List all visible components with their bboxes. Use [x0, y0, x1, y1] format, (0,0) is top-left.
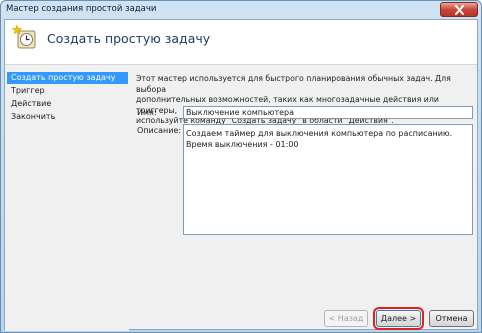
step-trigger[interactable]: Триггер — [7, 85, 128, 97]
name-label: Имя: — [137, 108, 157, 117]
step-finish[interactable]: Закончить — [7, 111, 128, 123]
back-button[interactable]: < Назад — [324, 310, 368, 327]
wizard-header: Создать простую задачу — [5, 20, 477, 65]
button-bar: < Назад Далее > Отмена — [5, 300, 477, 331]
description-label: Описание: — [137, 126, 182, 135]
cancel-button[interactable]: Отмена — [429, 310, 474, 327]
page-title: Создать простую задачу — [47, 31, 211, 46]
close-icon — [455, 5, 464, 15]
wizard-steps-pane: Создать простую задачу Триггер Действие … — [5, 65, 129, 331]
wizard-window: Мастер создания простой задачи Создать п… — [0, 0, 482, 333]
close-button[interactable] — [440, 2, 478, 17]
description-field[interactable]: Создаем таймер для выключения компьютера… — [183, 124, 473, 235]
step-action[interactable]: Действие — [7, 98, 128, 110]
task-scheduler-icon — [11, 24, 36, 49]
wizard-body: Создать простую задачу Создать простую з… — [4, 19, 478, 331]
step-create-basic-task[interactable]: Создать простую задачу — [7, 72, 128, 84]
name-field[interactable] — [183, 106, 473, 119]
description-line: Этот мастер используется для быстрого пл… — [136, 74, 451, 94]
wizard-content: Этот мастер используется для быстрого пл… — [129, 65, 477, 331]
next-button[interactable]: Далее > — [373, 307, 424, 330]
window-title: Мастер создания простой задачи — [6, 4, 157, 14]
title-bar[interactable]: Мастер создания простой задачи — [1, 1, 481, 19]
